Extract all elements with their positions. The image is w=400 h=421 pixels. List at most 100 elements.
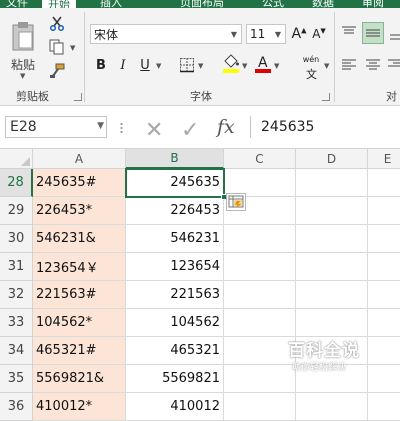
tab-data[interactable]: 数据 [312, 0, 334, 8]
cell-e29[interactable] [368, 197, 400, 225]
row-header[interactable]: 36 [0, 393, 33, 421]
copy-dropdown-arrow[interactable]: ▼ [70, 44, 75, 52]
tab-home[interactable]: 开始 [42, 0, 76, 8]
cell-b29[interactable]: 226453 [126, 197, 224, 225]
chevron-down-icon[interactable]: ▼ [271, 25, 285, 43]
column-header-c[interactable]: C [224, 149, 296, 169]
fill-color-button[interactable] [222, 54, 240, 73]
cell-e36[interactable] [368, 393, 400, 421]
tab-page-layout[interactable]: 页面布局 [180, 0, 224, 8]
cell-d28[interactable] [296, 169, 368, 197]
watermark-logo: 百科全说 助你轻松解决 [274, 330, 374, 380]
clipboard-dialog-launcher[interactable] [74, 93, 82, 101]
row-header[interactable]: 32 [0, 281, 33, 309]
cell-e32[interactable] [368, 281, 400, 309]
cell-a31[interactable]: 123654￥ [33, 253, 126, 281]
fill-color-dropdown-arrow[interactable]: ▼ [242, 62, 247, 70]
font-color-dropdown-arrow[interactable]: ▼ [274, 62, 279, 70]
formula-input[interactable]: 245635 [250, 116, 400, 138]
format-painter-button[interactable] [48, 62, 66, 80]
cell-a28[interactable]: 245635# [33, 169, 126, 197]
row-header[interactable]: 28 [0, 169, 33, 197]
row-header[interactable]: 31 [0, 253, 33, 281]
font-dialog-launcher[interactable] [322, 93, 330, 101]
copy-button[interactable] [48, 38, 66, 56]
cell-d30[interactable] [296, 225, 368, 253]
paste-dropdown-arrow[interactable]: ▼ [20, 72, 25, 80]
bold-button[interactable]: B [92, 56, 110, 74]
cell-b36[interactable]: 410012 [126, 393, 224, 421]
cell-a36[interactable]: 410012* [33, 393, 126, 421]
cell-b33[interactable]: 104562 [126, 309, 224, 337]
align-right-button[interactable] [386, 56, 400, 74]
column-header-d[interactable]: D [296, 149, 368, 169]
cell-d32[interactable] [296, 281, 368, 309]
cell-c32[interactable] [224, 281, 296, 309]
cell-e28[interactable] [368, 169, 400, 197]
cell-a34[interactable]: 465321# [33, 337, 126, 365]
insert-function-icon[interactable]: fx [217, 116, 235, 138]
column-header-b[interactable]: B [126, 149, 224, 169]
cell-b31[interactable]: 123654 [126, 253, 224, 281]
underline-button[interactable]: U [136, 56, 154, 74]
tab-formulas[interactable]: 公式 [262, 0, 284, 8]
name-box[interactable]: E28 ▼ [5, 116, 107, 138]
underline-dropdown-arrow[interactable]: ▼ [156, 62, 161, 70]
tab-file[interactable]: 文件 [6, 0, 28, 8]
cell-a33[interactable]: 104562* [33, 309, 126, 337]
align-center-button[interactable] [364, 56, 382, 74]
decrease-font-size-button[interactable]: A▼ [310, 25, 328, 43]
cut-button[interactable] [48, 14, 66, 32]
cell-a30[interactable]: 546231& [33, 225, 126, 253]
row-header[interactable]: 33 [0, 309, 33, 337]
cell-c36[interactable] [224, 393, 296, 421]
increase-font-size-button[interactable]: A▲ [290, 25, 308, 43]
paste-button[interactable] [8, 18, 38, 54]
row-header[interactable]: 30 [0, 225, 33, 253]
align-left-button[interactable] [340, 56, 358, 74]
cell-b32[interactable]: 221563 [126, 281, 224, 309]
formula-bar-splitter[interactable] [120, 122, 123, 134]
borders-icon [180, 58, 194, 73]
cell-b30[interactable]: 546231 [126, 225, 224, 253]
cell-d36[interactable] [296, 393, 368, 421]
flash-fill-options-button[interactable] [226, 193, 246, 211]
align-left-icon [342, 59, 356, 70]
tab-insert[interactable]: 插入 [100, 0, 122, 8]
cell-c30[interactable] [224, 225, 296, 253]
font-size-box[interactable]: 11 ▼ [246, 24, 286, 44]
clipboard-group-label: 剪贴板 [16, 90, 49, 103]
cell-d29[interactable] [296, 197, 368, 225]
middle-align-button[interactable] [362, 22, 384, 44]
cell-a29[interactable]: 226453* [33, 197, 126, 225]
borders-dropdown-arrow[interactable]: ▼ [198, 62, 203, 70]
font-name-box[interactable]: 宋体 ▼ [90, 24, 242, 44]
cell-d31[interactable] [296, 253, 368, 281]
phonetic-dropdown-arrow[interactable]: ▼ [324, 62, 329, 70]
cell-c31[interactable] [224, 253, 296, 281]
top-align-button[interactable] [340, 24, 358, 42]
name-box-value: E28 [10, 119, 37, 135]
cell-e30[interactable] [368, 225, 400, 253]
cell-b35[interactable]: 5569821 [126, 365, 224, 393]
bottom-align-button[interactable] [388, 24, 400, 42]
svg-text:A: A [258, 55, 268, 71]
column-header-a[interactable]: A [33, 149, 126, 169]
font-color-button[interactable]: A [254, 54, 272, 73]
cell-a32[interactable]: 221563# [33, 281, 126, 309]
select-all-button[interactable] [0, 149, 33, 169]
cancel-icon[interactable]: ✕ [145, 118, 163, 143]
cell-b34[interactable]: 465321 [126, 337, 224, 365]
italic-button[interactable]: I [114, 56, 132, 74]
chevron-down-icon[interactable]: ▼ [97, 121, 104, 131]
cell-a35[interactable]: 5569821& [33, 365, 126, 393]
tab-review[interactable]: 审阅 [362, 0, 384, 8]
column-header-e[interactable]: E [368, 149, 400, 169]
borders-button[interactable] [178, 56, 196, 74]
cell-e31[interactable] [368, 253, 400, 281]
chevron-down-icon[interactable]: ▼ [227, 25, 241, 43]
row-header[interactable]: 34 [0, 337, 33, 365]
enter-icon[interactable]: ✓ [181, 118, 199, 143]
row-header[interactable]: 29 [0, 197, 33, 225]
row-header[interactable]: 35 [0, 365, 33, 393]
